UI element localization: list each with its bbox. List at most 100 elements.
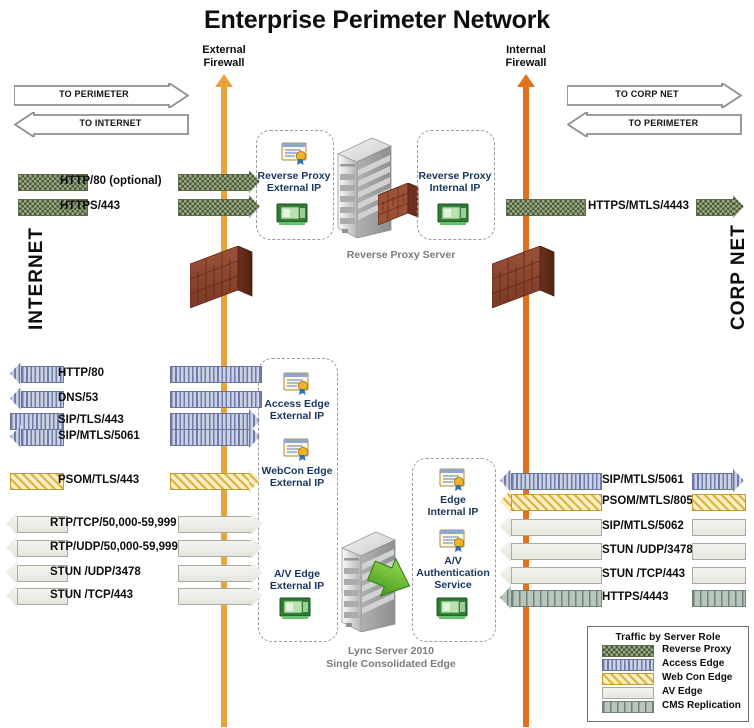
legend-swatch-av	[602, 687, 654, 699]
legend-swatch-webcon	[602, 673, 654, 685]
traffic-r-3-right-seg-bar	[692, 543, 746, 560]
certificate-icon-edge-internal	[439, 468, 467, 492]
edge-internal-line2: Internal IP	[427, 506, 479, 518]
legend-row-proxy: Reverse Proxy	[602, 643, 748, 657]
legend-title: Traffic by Server Role	[615, 632, 721, 643]
legend-row-access: Access Edge	[602, 657, 748, 671]
av-auth-line2: Authentication	[416, 567, 490, 579]
av-auth-line1: A/V	[444, 555, 462, 567]
zone-label-rp-external: Reverse Proxy External IP	[256, 170, 332, 194]
traffic-l-0-right-seg-bar	[170, 366, 262, 383]
flow-arrow-to-perimeter-right-label: TO PERIMETER	[628, 118, 699, 128]
traffic-tr-0-right-seg-head	[733, 195, 744, 218]
traffic-l-8-label: STUN /TCP/443	[50, 589, 134, 601]
traffic-l-7-left-seg-head	[6, 561, 17, 584]
legend-label-proxy: Reverse Proxy	[662, 644, 732, 655]
external-firewall-brick-icon	[190, 246, 262, 308]
av-edge-line2: External IP	[269, 580, 325, 592]
zone-label-av-auth: A/V Authentication Service	[410, 555, 496, 591]
flow-arrow-to-corp-net-label: TO CORP NET	[615, 89, 679, 99]
traffic-r-4-left-seg-bar	[511, 567, 602, 584]
zone-label-webcon-edge: WebCon Edge External IP	[256, 465, 338, 489]
traffic-tr-0-right-seg-bar	[696, 199, 735, 216]
nic-icon-rp-internal	[437, 200, 471, 226]
external-firewall-label: External Firewall	[188, 44, 260, 70]
traffic-l-5-label: RTP/TCP/50,000-59,999	[50, 517, 177, 529]
av-auth-line3: Service	[434, 579, 472, 591]
reverse-proxy-server-caption: Reverse Proxy Server	[306, 249, 496, 262]
page-title: Enterprise Perimeter Network	[204, 6, 550, 34]
traffic-r-0-right-seg-head	[733, 469, 744, 492]
legend-rows: Reverse Proxy Access Edge Web Con Edge AV E…	[588, 643, 748, 713]
flow-arrow-to-perimeter-left-label: TO PERIMETER	[59, 89, 129, 99]
flow-arrow-to-internet-label: TO INTERNET	[79, 118, 142, 128]
traffic-r-2-right-seg-bar	[692, 519, 746, 536]
internal-firewall-label-line1: Internal	[506, 44, 546, 56]
traffic-l-6-right-seg-bar	[178, 540, 253, 557]
green-arrow-icon	[366, 556, 414, 600]
legend-label-av: AV Edge	[662, 686, 703, 697]
traffic-l-8-right-seg-bar	[178, 588, 253, 605]
legend-swatch-cms	[602, 701, 654, 713]
legend-label-cms: CMS Replication	[662, 700, 741, 711]
traffic-l-6-label: RTP/UDP/50,000-59,999	[50, 541, 178, 553]
traffic-l-2-left-seg-bar	[10, 413, 64, 430]
rp-ext-line2: External IP	[266, 182, 322, 194]
side-label-corpnet: CORP NET	[728, 224, 749, 330]
external-firewall-label-line1: External	[202, 44, 246, 56]
certificate-icon-av-auth	[439, 529, 467, 553]
rp-int-line1: Reverse Proxy	[418, 170, 492, 182]
traffic-l-3-label: SIP/MTLS/5061	[58, 430, 140, 442]
lync-caption-line2: Single Consolidated Edge	[326, 658, 456, 670]
zone-label-access-edge: Access Edge External IP	[258, 398, 336, 422]
traffic-r-1-left-seg-bar	[511, 494, 602, 511]
traffic-r-0-left-seg-head	[500, 469, 511, 492]
traffic-l-5-right-seg-bar	[178, 516, 253, 533]
webcon-edge-line1: WebCon Edge	[261, 465, 333, 477]
zone-label-av-edge: A/V Edge External IP	[258, 568, 336, 592]
traffic-l-4-right-seg-bar	[170, 473, 251, 490]
traffic-r-2-left-seg-head	[500, 515, 511, 538]
traffic-r-3-left-seg-head	[500, 539, 511, 562]
internal-firewall-arrow	[517, 74, 535, 727]
lync-edge-server-caption: Lync Server 2010 Single Consolidated Edg…	[296, 645, 486, 671]
legend-label-webcon: Web Con Edge	[662, 672, 733, 683]
nic-icon-rp-external	[276, 200, 310, 226]
traffic-l-1-left-seg-head	[10, 387, 21, 410]
traffic-l-1-right-seg-bar	[170, 391, 262, 408]
traffic-l-3-right-seg-bar	[170, 429, 251, 446]
traffic-r-4-right-seg-bar	[692, 567, 746, 584]
traffic-l-7-right-seg-bar	[178, 565, 253, 582]
small-brick-over-proxy-icon	[378, 183, 422, 225]
lync-caption-line1: Lync Server 2010	[347, 645, 434, 657]
traffic-l-6-left-seg-head	[6, 536, 17, 559]
traffic-r-5-left-seg-bar	[511, 590, 602, 607]
rp-int-line2: Internal IP	[429, 182, 481, 194]
legend-box: Traffic by Server Role Reverse Proxy Acce…	[587, 626, 749, 722]
legend-row-cms: CMS Replication	[602, 699, 748, 713]
traffic-r-0-left-seg-bar	[511, 473, 602, 490]
network-diagram-canvas: Enterprise Perimeter Network External Fi…	[0, 0, 754, 728]
side-label-internet: INTERNET	[26, 227, 47, 330]
traffic-r-1-right-seg-bar	[692, 494, 746, 511]
nic-icon-edge-internal	[436, 594, 470, 620]
external-firewall-label-line2: Firewall	[203, 57, 245, 69]
reverse-proxy-caption-text: Reverse Proxy Server	[346, 249, 456, 261]
webcon-edge-line2: External IP	[269, 477, 325, 489]
rp-ext-line1: Reverse Proxy	[257, 170, 331, 182]
traffic-l-5-left-seg-head	[6, 512, 17, 535]
traffic-l-0-left-seg-head	[10, 362, 21, 385]
access-edge-line2: External IP	[269, 410, 325, 422]
certificate-icon-rp-external	[281, 142, 309, 166]
traffic-r-4-left-seg-head	[500, 563, 511, 586]
flow-arrow-to-perimeter-right: TO PERIMETER	[567, 112, 742, 137]
traffic-tl-0-right-seg-bar	[178, 174, 251, 191]
traffic-r-5-right-seg-bar	[692, 590, 746, 607]
legend-row-av: AV Edge	[602, 685, 748, 699]
zone-label-rp-internal: Reverse Proxy Internal IP	[417, 170, 493, 194]
traffic-l-8-left-seg-head	[6, 584, 17, 607]
zone-label-edge-internal: Edge Internal IP	[412, 494, 494, 518]
traffic-r-5-left-seg-head	[500, 586, 511, 609]
internal-firewall-label-line2: Firewall	[505, 57, 547, 69]
traffic-r-2-left-seg-bar	[511, 519, 602, 536]
